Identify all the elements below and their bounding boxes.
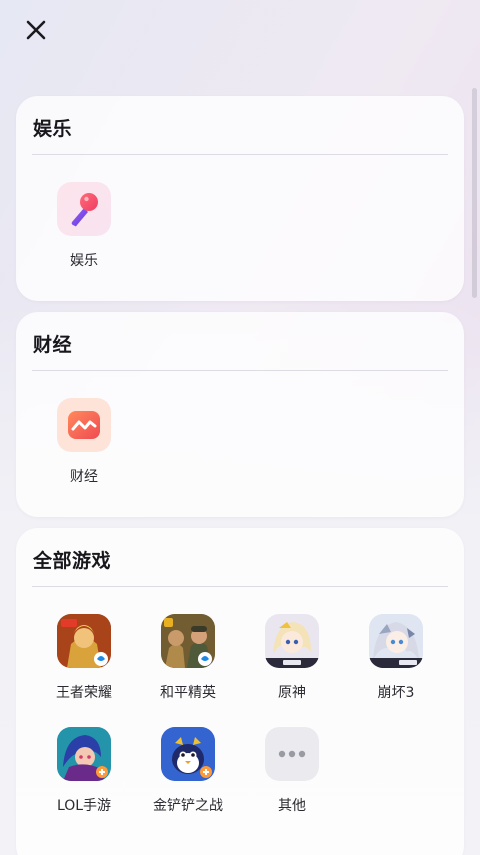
game-tile-honor-of-kings[interactable]: 王者荣耀: [34, 614, 134, 702]
game-tile-honkai-impact-3[interactable]: 崩坏3: [346, 614, 446, 702]
tile-label: 其他: [278, 798, 306, 814]
lol-mobile-icon: [57, 727, 111, 781]
genshin-impact-icon: [265, 614, 319, 668]
chart-wave-icon: [57, 398, 111, 452]
more-dots-icon: [265, 727, 319, 781]
close-button[interactable]: [22, 16, 50, 44]
game-tile-golden-spatula[interactable]: 金铲铲之战: [138, 727, 238, 815]
tile-label: LOL手游: [56, 798, 112, 814]
honor-of-kings-icon: [57, 614, 111, 668]
tile-label: 崩坏3: [377, 685, 415, 701]
tile-label: 原神: [278, 685, 306, 701]
golden-spatula-icon: [161, 727, 215, 781]
peacekeeper-elite-icon: [161, 614, 215, 668]
game-tile-other[interactable]: 其他: [242, 727, 342, 815]
close-icon: [26, 20, 46, 40]
tile-label: 财经: [70, 469, 98, 485]
tile-label: 金铲铲之战: [153, 798, 223, 814]
tile-label: 和平精英: [160, 685, 216, 701]
divider: [32, 370, 448, 371]
divider: [32, 154, 448, 155]
category-tile-finance[interactable]: 财经: [34, 398, 134, 486]
tile-label: 王者荣耀: [56, 685, 112, 701]
section-title: 财经: [33, 334, 73, 356]
divider: [32, 586, 448, 587]
all-games-card: 全部游戏 王者荣耀 和平精英 原神 崩坏3 LOL手游 金铲铲之战 其他: [16, 528, 464, 855]
entertainment-card: 娱乐 娱乐: [16, 96, 464, 301]
tile-label: 娱乐: [70, 253, 98, 269]
finance-card: 财经 财经: [16, 312, 464, 517]
game-tile-peacekeeper-elite[interactable]: 和平精英: [138, 614, 238, 702]
scrollbar[interactable]: [472, 88, 477, 298]
section-title: 娱乐: [33, 118, 73, 140]
honkai-impact-3-icon: [369, 614, 423, 668]
microphone-icon: [57, 182, 111, 236]
game-tile-genshin-impact[interactable]: 原神: [242, 614, 342, 702]
game-tile-lol-mobile[interactable]: LOL手游: [34, 727, 134, 815]
category-tile-entertainment[interactable]: 娱乐: [34, 182, 134, 270]
section-title: 全部游戏: [33, 550, 112, 572]
